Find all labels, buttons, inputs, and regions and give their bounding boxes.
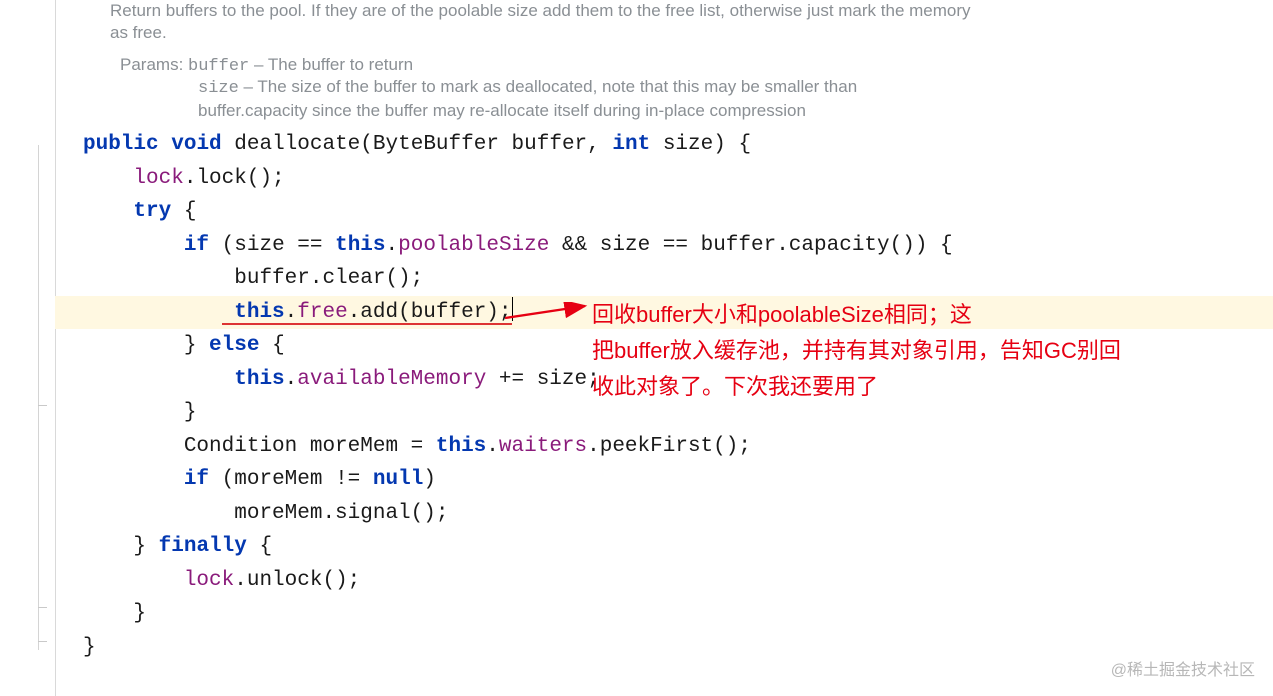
code-line[interactable]: Condition moreMem = this.waiters.peekFir… [55, 430, 1273, 464]
annotation-line: 收此对象了。下次我还要用了 [592, 369, 878, 405]
javadoc-params-label: Params: buffer – The buffer to return [120, 54, 413, 78]
code-line[interactable]: moreMem.signal(); [55, 497, 1273, 531]
code-line[interactable]: } [55, 597, 1273, 631]
code-line[interactable]: try { [55, 195, 1273, 229]
code-editor: Return buffers to the pool. If they are … [0, 0, 1273, 696]
code-line[interactable]: if (moreMem != null) [55, 463, 1273, 497]
code-line[interactable]: public void deallocate(ByteBuffer buffer… [55, 128, 1273, 162]
code-line[interactable]: lock.lock(); [55, 162, 1273, 196]
code-line[interactable]: } finally { [55, 530, 1273, 564]
code-line[interactable]: if (size == this.poolableSize && size ==… [55, 229, 1273, 263]
code-line[interactable]: } [55, 631, 1273, 665]
text-caret [512, 297, 514, 321]
javadoc-param-size: size – The size of the buffer to mark as… [198, 76, 918, 122]
javadoc-summary: Return buffers to the pool. If they are … [110, 0, 980, 44]
code-line[interactable]: buffer.clear(); [55, 262, 1273, 296]
code-line[interactable]: lock.unlock(); [55, 564, 1273, 598]
watermark: @稀土掘金技术社区 [1111, 656, 1255, 680]
fold-marker[interactable] [30, 246, 47, 414]
error-squiggle: this.free.add(buffer); [222, 303, 512, 325]
annotation-line: 回收buffer大小和poolableSize相同；这 [592, 297, 972, 333]
gutter [0, 0, 56, 696]
annotation-line: 把buffer放入缓存池，并持有其对象引用，告知GC别回 [592, 333, 1121, 369]
